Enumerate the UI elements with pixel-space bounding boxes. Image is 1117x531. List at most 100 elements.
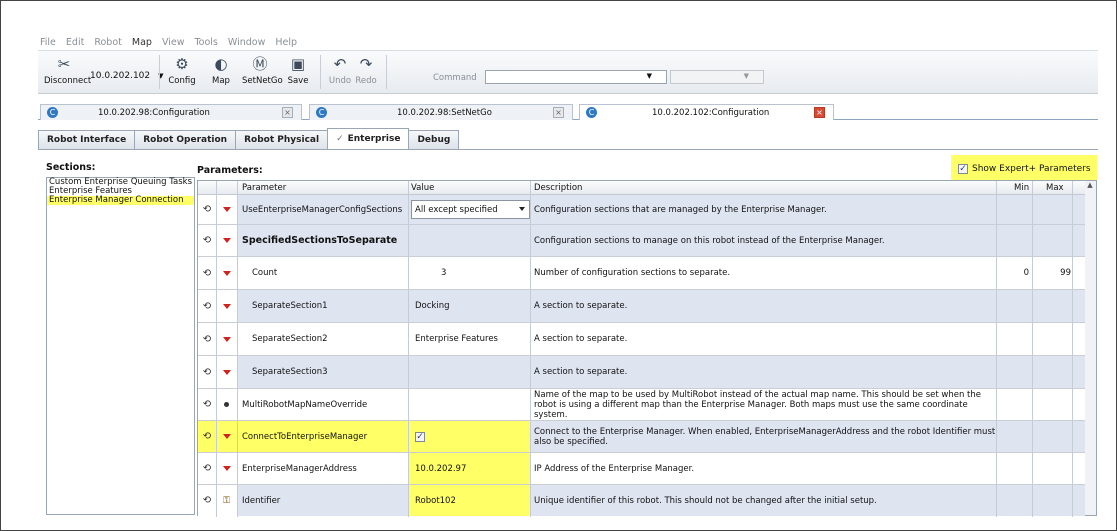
config-button[interactable]: ⚙ Config — [166, 55, 198, 86]
table-row[interactable]: ⟲ ConnectToEnterpriseManager ✓ Connect t… — [198, 421, 1086, 453]
robot-ip-combo[interactable]: 10.0.202.102 ▼ — [90, 68, 164, 84]
lock-icon: ⚿ — [223, 495, 230, 506]
param-name: SeparateSection3 — [252, 367, 328, 377]
tab-robot-interface[interactable]: Robot Interface — [38, 130, 136, 149]
help-icon[interactable]: ⟲ — [198, 195, 216, 224]
tab-robot-operation[interactable]: Robot Operation — [134, 130, 237, 149]
column-divider — [996, 181, 997, 517]
expand-arrow-icon[interactable] — [222, 434, 231, 439]
command-argument-select[interactable]: ▼ — [670, 70, 764, 84]
menu-window[interactable]: Window — [228, 37, 265, 48]
doc-tab-102-configuration[interactable]: C 10.0.202.102:Configuration × — [579, 104, 834, 120]
command-label: Command — [433, 73, 477, 83]
param-value[interactable]: Docking — [409, 290, 530, 322]
menu-tools[interactable]: Tools — [194, 37, 217, 48]
column-header-description[interactable]: Description — [534, 183, 582, 193]
menu-help[interactable]: Help — [275, 37, 297, 48]
expand-arrow-icon[interactable] — [222, 369, 231, 375]
sections-list[interactable]: Custom Enterprise Queuing Tasks Enterpri… — [46, 177, 195, 515]
save-icon: ▣ — [290, 55, 306, 73]
param-max — [1033, 225, 1072, 256]
table-row[interactable]: ⟲ ⚿ Identifier Robot102 Unique identifie… — [198, 485, 1086, 516]
redo-button[interactable]: ↷ Redo — [352, 55, 380, 86]
scroll-up-icon[interactable]: ▲ — [1085, 181, 1095, 191]
chevron-down-icon — [519, 207, 525, 211]
expand-arrow-icon[interactable] — [222, 303, 231, 309]
menu-map[interactable]: Map — [132, 37, 152, 48]
menu-edit[interactable]: Edit — [66, 37, 84, 48]
config-icon: ⚙ — [175, 55, 189, 73]
table-row[interactable]: ⟲ EnterpriseManagerAddress 10.0.202.97 I… — [198, 453, 1086, 485]
column-header-min[interactable]: Min — [1014, 183, 1029, 193]
help-icon[interactable]: ⟲ — [198, 290, 216, 322]
help-icon[interactable]: ⟲ — [198, 225, 216, 256]
help-icon[interactable]: ⟲ — [198, 356, 216, 388]
table-row[interactable]: ⟲ Count 3 Number of configuration sectio… — [198, 257, 1086, 290]
undo-button[interactable]: ↶ Undo — [326, 55, 354, 86]
tab-debug[interactable]: Debug — [408, 130, 460, 149]
param-value[interactable]: 10.0.202.97 — [409, 453, 530, 484]
command-select[interactable]: ▼ — [485, 70, 667, 84]
help-icon[interactable]: ⟲ — [198, 485, 216, 516]
param-value[interactable] — [409, 389, 530, 420]
config-tab-bar: Robot Interface Robot Operation Robot Ph… — [38, 128, 460, 149]
param-value-select[interactable]: All except specified — [411, 200, 530, 219]
column-header-value[interactable]: Value — [411, 183, 434, 193]
checkbox-checked-icon[interactable]: ✓ — [958, 163, 968, 174]
table-row[interactable]: ⟲ SeparateSection3 A section to separate… — [198, 356, 1086, 389]
param-value[interactable]: 3 — [409, 257, 530, 289]
table-row[interactable]: ⟲ SpecifiedSectionsToSeparate Configurat… — [198, 225, 1086, 257]
column-header-parameter[interactable]: Parameter — [242, 183, 286, 193]
tab-enterprise[interactable]: ✓ Enterprise — [327, 128, 410, 149]
setnetgo-button[interactable]: Ⓜ SetNetGo — [242, 55, 283, 86]
menu-file[interactable]: File — [40, 37, 56, 48]
help-icon[interactable]: ⟲ — [198, 421, 216, 452]
param-description: Unique identifier of this robot. This sh… — [534, 495, 877, 506]
table-row[interactable]: ⟲ SeparateSection1 Docking A section to … — [198, 290, 1086, 323]
tab-robot-physical[interactable]: Robot Physical — [235, 130, 329, 149]
parameters-table: Parameter Value Description Min Max ⟲ Us… — [197, 180, 1086, 517]
doc-tab-98-configuration[interactable]: C 10.0.202.98:Configuration × — [40, 104, 302, 120]
expand-arrow-icon[interactable] — [222, 238, 231, 243]
map-button[interactable]: ◐ Map — [206, 55, 236, 86]
map-icon: ◐ — [214, 55, 228, 73]
toolbar-divider — [386, 55, 387, 89]
help-icon[interactable]: ⟲ — [198, 257, 216, 289]
help-icon[interactable]: ⟲ — [198, 389, 216, 420]
show-expert-toggle[interactable]: ✓ Show Expert+ Parameters — [951, 155, 1097, 182]
menu-view[interactable]: View — [162, 37, 185, 48]
document-tab-bar: C 10.0.202.98:Configuration × C 10.0.202… — [38, 104, 1098, 120]
param-description: IP Address of the Enterprise Manager. — [534, 463, 695, 474]
param-name: ConnectToEnterpriseManager — [238, 421, 408, 452]
expand-arrow-icon[interactable] — [222, 270, 231, 276]
expand-arrow-icon[interactable] — [222, 207, 231, 212]
param-max — [1033, 421, 1072, 452]
save-button[interactable]: ▣ Save — [284, 55, 312, 86]
close-icon[interactable]: × — [553, 107, 564, 118]
expand-arrow-icon[interactable] — [222, 466, 231, 471]
column-header-max[interactable]: Max — [1046, 183, 1064, 193]
close-icon[interactable]: × — [282, 107, 293, 118]
robot-connection-icon: C — [316, 107, 327, 118]
table-row[interactable]: ⟲ SeparateSection2 Enterprise Features A… — [198, 323, 1086, 356]
param-value[interactable] — [409, 225, 530, 256]
param-min — [997, 421, 1032, 452]
param-max — [1033, 323, 1072, 355]
param-max — [1033, 290, 1072, 322]
doc-tab-98-setnetgo[interactable]: C 10.0.202.98:SetNetGo × — [309, 104, 573, 120]
param-value[interactable]: Robot102 — [409, 485, 530, 516]
table-row[interactable]: ⟲ MultiRobotMapNameOverride Name of the … — [198, 389, 1086, 421]
expand-arrow-icon[interactable] — [222, 336, 231, 342]
help-icon[interactable]: ⟲ — [198, 453, 216, 484]
close-icon[interactable]: × — [814, 107, 825, 118]
table-row[interactable]: ⟲ UseEnterpriseManagerConfigSections All… — [198, 195, 1086, 225]
param-value[interactable]: Enterprise Features — [409, 323, 530, 355]
help-icon[interactable]: ⟲ — [198, 323, 216, 355]
menu-robot[interactable]: Robot — [94, 37, 122, 48]
checkbox-checked-icon[interactable]: ✓ — [415, 431, 425, 442]
param-value[interactable] — [409, 356, 530, 388]
section-item-selected[interactable]: Enterprise Manager Connection — [47, 196, 194, 205]
param-description: Connect to the Enterprise Manager. When … — [534, 426, 996, 447]
disconnect-button[interactable]: ✂ Disconnect — [44, 55, 91, 86]
table-scrollbar[interactable]: ▲ — [1085, 180, 1097, 516]
